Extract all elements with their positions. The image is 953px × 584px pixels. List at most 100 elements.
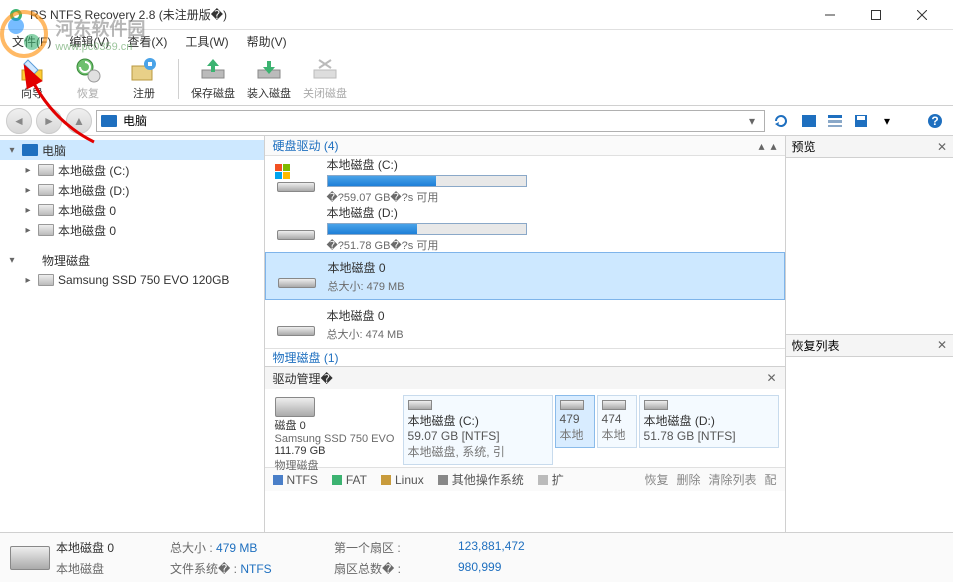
navbar: ◄ ► ▲ ▾ ▾ ? xyxy=(0,106,953,136)
caret-icon: ▸ xyxy=(22,275,34,286)
tree-ssd[interactable]: ▸ Samsung SSD 750 EVO 120GB xyxy=(0,270,264,290)
tree-computer[interactable]: ▾ 电脑 xyxy=(0,140,264,160)
caret-icon: ▸ xyxy=(22,225,34,236)
disk-icon xyxy=(408,400,432,410)
tree-disk-d[interactable]: ▸ 本地磁盘 (D:) xyxy=(0,180,264,200)
drive-icon xyxy=(275,212,317,244)
menu-edit[interactable]: 编辑(V) xyxy=(61,31,117,52)
computer-icon xyxy=(101,115,117,127)
usage-bar xyxy=(327,175,527,187)
statusbar: 本地磁盘 0 总大小 : 479 MB 第一个扇区 : 123,881,472 … xyxy=(0,532,953,582)
view-dropdown-button[interactable]: ▾ xyxy=(875,110,899,132)
dm-partition-c[interactable]: 本地磁盘 (C:) 59.07 GB [NTFS] 本地磁盘, 系统, 引 xyxy=(403,395,553,465)
drive-d[interactable]: 本地磁盘 (D:) �?51.78 GB�?s 可用 xyxy=(265,204,785,252)
app-icon xyxy=(8,7,24,23)
usage-bar xyxy=(327,223,527,235)
nav-back-button[interactable]: ◄ xyxy=(6,108,32,134)
computer-icon xyxy=(22,144,38,156)
dm-partition-d[interactable]: 本地磁盘 (D:) 51.78 GB [NTFS] xyxy=(639,395,779,448)
save-disk-icon xyxy=(199,56,227,84)
disk-icon xyxy=(38,164,54,176)
svg-text:?: ? xyxy=(931,114,938,128)
close-icon[interactable]: ✕ xyxy=(937,338,947,352)
disk-icon xyxy=(38,224,54,236)
dm-recover-link[interactable]: 恢复 xyxy=(644,471,668,488)
drive-0b[interactable]: 本地磁盘 0 总大小: 474 MB xyxy=(265,300,785,348)
menu-help[interactable]: 帮助(V) xyxy=(239,31,295,52)
dm-partition-0a[interactable]: 479 本地 xyxy=(555,395,595,448)
close-disk-button[interactable]: 关闭磁盘 xyxy=(299,54,351,104)
caret-icon: ▾ xyxy=(6,255,18,266)
toolbar-separator xyxy=(178,59,179,99)
toolbar: 向导 恢复 注册 保存磁盘 装入磁盘 关闭磁盘 xyxy=(0,52,953,106)
recover-icon xyxy=(74,56,102,84)
maximize-button[interactable] xyxy=(853,0,899,30)
caret-icon: ▸ xyxy=(22,185,34,196)
nav-forward-button[interactable]: ► xyxy=(36,108,62,134)
register-button[interactable]: 注册 xyxy=(118,54,170,104)
menu-tools[interactable]: 工具(W) xyxy=(177,31,236,52)
view-large-icons-button[interactable] xyxy=(797,110,821,132)
close-icon[interactable]: ✕ xyxy=(766,371,776,385)
dm-partition-0b[interactable]: 474 本地 xyxy=(597,395,637,448)
menu-file[interactable]: 文件(F) xyxy=(4,31,59,52)
sb-type: 本地磁盘 xyxy=(56,560,166,577)
close-button[interactable] xyxy=(899,0,945,30)
drive-c[interactable]: 本地磁盘 (C:) �?59.07 GB�?s 可用 xyxy=(265,156,785,204)
drive-0a[interactable]: 本地磁盘 0 总大小: 479 MB xyxy=(265,252,785,300)
tree-disk-0a[interactable]: ▸ 本地磁盘 0 xyxy=(0,200,264,220)
drive-icon xyxy=(275,164,317,196)
sidebar-tree: ▾ 电脑 ▸ 本地磁盘 (C:) ▸ 本地磁盘 (D:) ▸ 本地磁盘 0 ▸ … xyxy=(0,136,265,532)
nav-up-button[interactable]: ▲ xyxy=(66,108,92,134)
disk-icon xyxy=(38,184,54,196)
save-icon-button[interactable] xyxy=(849,110,873,132)
disk-icon xyxy=(38,274,54,286)
help-button[interactable]: ? xyxy=(923,110,947,132)
caret-icon: ▸ xyxy=(22,165,34,176)
mount-disk-button[interactable]: 装入磁盘 xyxy=(243,54,295,104)
dm-more-link[interactable]: 配 xyxy=(765,471,777,488)
drive-icon xyxy=(276,260,318,292)
register-icon xyxy=(130,56,158,84)
dm-clear-link[interactable]: 清除列表 xyxy=(709,471,757,488)
recover-list-header: 恢复列表 ✕ xyxy=(786,335,953,357)
preview-header: 预览 ✕ xyxy=(786,136,953,158)
window-title: RS NTFS Recovery 2.8 (未注册版�) xyxy=(30,6,807,23)
disk-icon xyxy=(602,400,626,410)
view-details-button[interactable] xyxy=(823,110,847,132)
recover-list-body xyxy=(786,357,953,533)
mount-disk-icon xyxy=(255,56,283,84)
drive-management-panel: 驱动管理� ✕ 磁盘 0 Samsung SSD 750 EVO 111.79 … xyxy=(265,366,785,491)
address-bar[interactable]: ▾ xyxy=(96,110,765,132)
center-panel: 硬盘驱动 (4) ▴▴ 本地磁盘 (C:) �?59.07 GB�?s 可用 本… xyxy=(265,136,786,532)
wizard-icon xyxy=(18,56,46,84)
close-icon[interactable]: ✕ xyxy=(937,140,947,154)
tree-disk-0b[interactable]: ▸ 本地磁盘 0 xyxy=(0,220,264,240)
caret-icon: ▾ xyxy=(6,145,18,156)
section-hdd-header[interactable]: 硬盘驱动 (4) ▴▴ xyxy=(265,136,785,156)
menu-view[interactable]: 查看(X) xyxy=(119,31,175,52)
collapse-icon[interactable]: ▴ xyxy=(758,139,764,153)
address-input[interactable] xyxy=(123,114,744,128)
section-phys-header[interactable]: 物理磁盘 (1) xyxy=(265,348,785,366)
dm-disk[interactable]: 磁盘 0 Samsung SSD 750 EVO 111.79 GB 物理磁盘 xyxy=(271,395,401,475)
titlebar: RS NTFS Recovery 2.8 (未注册版�) xyxy=(0,0,953,30)
disk-icon xyxy=(644,400,668,410)
tree-physical-header[interactable]: ▾ 物理磁盘 xyxy=(0,250,264,270)
wizard-button[interactable]: 向导 xyxy=(6,54,58,104)
drive-icon xyxy=(275,308,317,340)
tree-disk-c[interactable]: ▸ 本地磁盘 (C:) xyxy=(0,160,264,180)
dm-delete-link[interactable]: 删除 xyxy=(676,471,700,488)
disk-icon xyxy=(275,397,315,417)
right-panel: 预览 ✕ 恢复列表 ✕ xyxy=(786,136,953,532)
sb-name: 本地磁盘 0 xyxy=(56,539,166,556)
close-disk-icon xyxy=(311,56,339,84)
recover-button[interactable]: 恢复 xyxy=(62,54,114,104)
save-disk-button[interactable]: 保存磁盘 xyxy=(187,54,239,104)
disk-icon xyxy=(560,400,584,410)
scroll-up-icon[interactable]: ▴ xyxy=(771,139,777,153)
minimize-button[interactable] xyxy=(807,0,853,30)
caret-icon: ▸ xyxy=(22,205,34,216)
refresh-button[interactable] xyxy=(769,110,793,132)
address-dropdown-icon[interactable]: ▾ xyxy=(744,114,760,128)
